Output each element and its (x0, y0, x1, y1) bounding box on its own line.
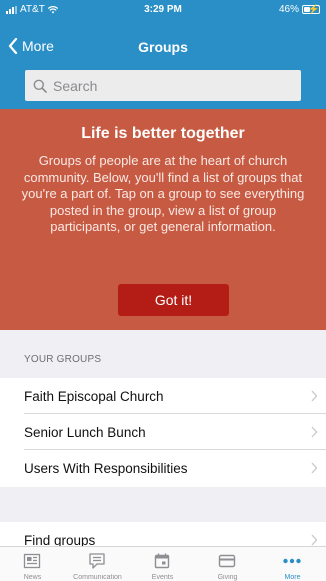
group-name: Users With Responsibilities (24, 460, 188, 476)
chevron-right-icon (311, 462, 318, 474)
tab-label: Events (151, 574, 174, 581)
banner-title: Life is better together (81, 125, 245, 142)
tab-events[interactable]: Events (130, 547, 195, 581)
status-time: 3:29 PM (144, 4, 182, 15)
group-name: Senior Lunch Bunch (24, 424, 146, 440)
chevron-right-icon (311, 534, 318, 546)
nav-bar: More Groups (0, 32, 326, 62)
tab-label: Communication (73, 574, 122, 581)
tab-label: More (284, 574, 301, 581)
list-item[interactable]: Faith Episcopal Church (0, 378, 326, 414)
tab-more[interactable]: More (260, 547, 325, 581)
section-header-your-groups: YOUR GROUPS (24, 354, 102, 365)
battery-percent: 46% (278, 4, 299, 15)
chat-icon (89, 553, 105, 569)
status-bar: AT&T 3:29 PM 46% ⚡ (0, 0, 326, 22)
charging-bolt-icon: ⚡ (308, 4, 320, 14)
tab-giving[interactable]: Giving (195, 547, 260, 581)
tab-label: News (23, 574, 42, 581)
calendar-icon (154, 553, 170, 569)
battery-icon: ⚡ (302, 4, 320, 14)
info-banner: Life is better together Groups of people… (0, 109, 326, 330)
list-item[interactable]: Users With Responsibilities (0, 450, 326, 486)
chevron-right-icon (311, 426, 318, 438)
chevron-right-icon (311, 390, 318, 402)
group-name: Faith Episcopal Church (24, 388, 164, 404)
list-item[interactable]: Senior Lunch Bunch (0, 414, 326, 450)
banner-text: Groups of people are at the heart of chu… (21, 153, 305, 234)
search-input[interactable]: Search (25, 70, 301, 101)
groups-list: Faith Episcopal Church Senior Lunch Bunc… (0, 378, 326, 487)
tab-label: Giving (217, 574, 238, 581)
tab-communication[interactable]: Communication (65, 547, 130, 581)
tab-news[interactable]: News (0, 547, 65, 581)
header: AT&T 3:29 PM 46% ⚡ More Groups Search (0, 0, 326, 109)
news-icon (23, 553, 41, 569)
status-right: 46% ⚡ (279, 4, 320, 15)
card-icon (218, 554, 236, 568)
search-placeholder: Search (53, 77, 98, 94)
page-title: Groups (138, 39, 188, 55)
got-it-button[interactable]: Got it! (118, 284, 229, 316)
more-icon (283, 558, 301, 564)
tab-bar: News Communication Events Giving More (0, 546, 326, 581)
search-icon (33, 79, 47, 93)
